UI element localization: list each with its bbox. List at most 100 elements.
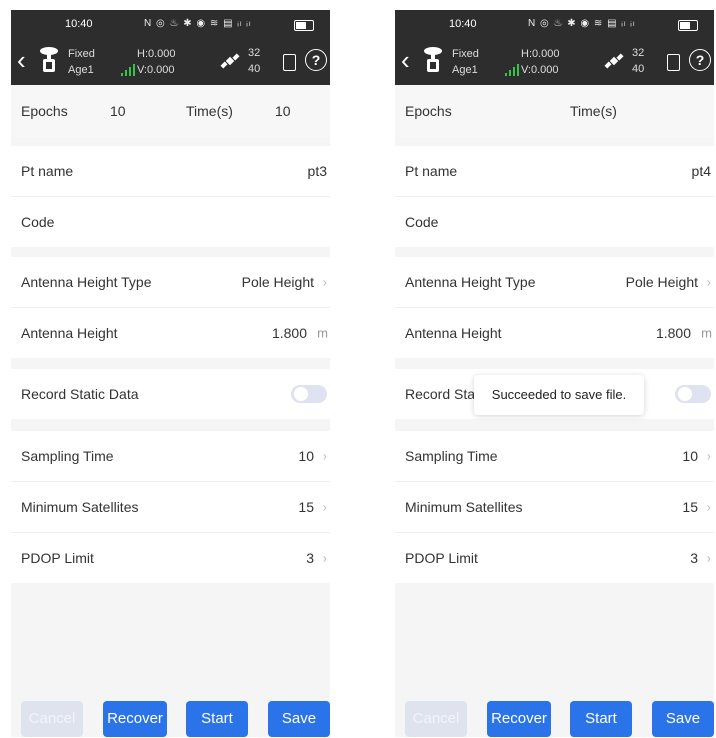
antenna-type-label: Antenna Height Type: [21, 274, 152, 290]
antenna-height-unit: m: [317, 325, 328, 341]
device-icon[interactable]: [667, 54, 680, 71]
time-label: Time(s): [186, 103, 233, 119]
sampling-time-row[interactable]: Sampling Time 10 ›: [11, 431, 330, 481]
time-value: 10: [275, 103, 291, 119]
pdop-limit-row[interactable]: PDOP Limit 3 ›: [395, 533, 714, 583]
min-satellites-value: 15: [682, 499, 698, 515]
antenna-type-value: Pole Height: [241, 274, 314, 290]
antenna-height-value[interactable]: 1.800: [656, 325, 691, 341]
record-static-toggle[interactable]: [675, 385, 711, 403]
cancel-button[interactable]: Cancel: [405, 701, 467, 737]
device-icon[interactable]: [283, 54, 296, 71]
age-status: Age1: [68, 64, 94, 76]
chevron-right-icon: ›: [706, 274, 711, 290]
record-static-label: Record Static Data: [21, 386, 139, 402]
status-bar: 10:40 N ◎ ♨ ✱ ◉ ≋ ▤ ᵢₗ ᵢₗ: [395, 10, 714, 40]
pt-name-label: Pt name: [405, 163, 458, 179]
antenna-height-row[interactable]: Antenna Height 1.800 m: [11, 308, 330, 358]
chevron-left-icon[interactable]: ‹: [17, 47, 26, 73]
epochs-row: Epochs Time(s): [395, 85, 714, 137]
pdop-limit-label: PDOP Limit: [21, 550, 94, 566]
antenna-type-value: Pole Height: [625, 274, 698, 290]
chevron-right-icon: ›: [706, 499, 711, 515]
phone-screen-left: 10:40 N ◎ ♨ ✱ ◉ ≋ ▤ ᵢₗ ᵢₗ ‹ Fixed Age1 H…: [11, 10, 330, 737]
chevron-right-icon: ›: [322, 499, 327, 515]
start-button[interactable]: Start: [570, 701, 632, 737]
sampling-time-value: 10: [298, 448, 314, 464]
fix-status: Fixed: [452, 48, 479, 60]
sampling-time-label: Sampling Time: [405, 448, 498, 464]
sampling-time-value: 10: [682, 448, 698, 464]
sat-used: 32: [632, 47, 645, 59]
sampling-time-label: Sampling Time: [21, 448, 114, 464]
status-time: 10:40: [449, 18, 477, 30]
min-satellites-label: Minimum Satellites: [405, 499, 523, 515]
app-header: 10:40 N ◎ ♨ ✱ ◉ ≋ ▤ ᵢₗ ᵢₗ ‹ Fixed Age1 H…: [395, 10, 714, 85]
pt-name-value[interactable]: pt4: [692, 163, 711, 179]
cancel-button[interactable]: Cancel: [21, 701, 83, 737]
epochs-label: Epochs: [405, 103, 452, 119]
antenna-type-row[interactable]: Antenna Height Type Pole Height ›: [395, 257, 714, 307]
time-label: Time(s): [570, 103, 617, 119]
satellite-icon: [220, 53, 240, 69]
rover-icon: [424, 47, 442, 72]
antenna-type-label: Antenna Height Type: [405, 274, 536, 290]
signal-icon: [505, 64, 519, 76]
help-icon[interactable]: ?: [689, 49, 711, 71]
pdop-limit-value: 3: [690, 550, 698, 566]
antenna-height-label: Antenna Height: [21, 325, 118, 341]
recover-button[interactable]: Recover: [487, 701, 551, 737]
sat-total: 40: [632, 63, 645, 75]
epochs-value: 10: [110, 103, 126, 119]
epochs-row: Epochs 10 Time(s) 10: [11, 85, 330, 137]
chevron-right-icon: ›: [322, 274, 327, 290]
h-precision: H:0.000: [137, 48, 176, 60]
min-satellites-row[interactable]: Minimum Satellites 15 ›: [395, 482, 714, 532]
pt-name-label: Pt name: [21, 163, 74, 179]
h-precision: H:0.000: [521, 48, 560, 60]
status-icons: N ◎ ♨ ✱ ◉ ≋ ▤ ᵢₗ ᵢₗ: [528, 18, 636, 29]
toast-message: Succeeded to save file.: [474, 375, 644, 415]
record-static-row: Record Static Data: [11, 369, 330, 419]
antenna-height-unit: m: [701, 325, 712, 341]
help-icon[interactable]: ?: [305, 49, 327, 71]
code-label: Code: [405, 214, 439, 230]
v-precision: V:0.000: [521, 64, 559, 76]
chevron-left-icon[interactable]: ‹: [401, 47, 410, 73]
chevron-right-icon: ›: [322, 448, 327, 464]
min-satellites-value: 15: [298, 499, 314, 515]
recover-button[interactable]: Recover: [103, 701, 167, 737]
battery-icon: [678, 20, 698, 31]
start-button[interactable]: Start: [186, 701, 248, 737]
status-bar: 10:40 N ◎ ♨ ✱ ◉ ≋ ▤ ᵢₗ ᵢₗ: [11, 10, 330, 40]
pt-name-value[interactable]: pt3: [308, 163, 327, 179]
age-status: Age1: [452, 64, 478, 76]
antenna-type-row[interactable]: Antenna Height Type Pole Height ›: [11, 257, 330, 307]
code-row[interactable]: Code: [11, 197, 330, 247]
pdop-limit-label: PDOP Limit: [405, 550, 478, 566]
signal-icon: [121, 64, 135, 76]
antenna-height-value[interactable]: 1.800: [272, 325, 307, 341]
chevron-right-icon: ›: [706, 550, 711, 566]
pdop-limit-row[interactable]: PDOP Limit 3 ›: [11, 533, 330, 583]
code-row[interactable]: Code: [395, 197, 714, 247]
pt-name-row[interactable]: Pt name pt4: [395, 146, 714, 196]
rover-icon: [40, 47, 58, 72]
pt-name-row[interactable]: Pt name pt3: [11, 146, 330, 196]
save-button[interactable]: Save: [268, 701, 330, 737]
min-satellites-label: Minimum Satellites: [21, 499, 139, 515]
sampling-time-row[interactable]: Sampling Time 10 ›: [395, 431, 714, 481]
chevron-right-icon: ›: [322, 550, 327, 566]
min-satellites-row[interactable]: Minimum Satellites 15 ›: [11, 482, 330, 532]
phone-screen-right: 10:40 N ◎ ♨ ✱ ◉ ≋ ▤ ᵢₗ ᵢₗ ‹ Fixed Age1 H…: [395, 10, 714, 737]
status-icons: N ◎ ♨ ✱ ◉ ≋ ▤ ᵢₗ ᵢₗ: [144, 18, 252, 29]
save-button[interactable]: Save: [652, 701, 714, 737]
record-static-label: Record Sta: [405, 386, 476, 402]
antenna-height-label: Antenna Height: [405, 325, 502, 341]
app-header: 10:40 N ◎ ♨ ✱ ◉ ≋ ▤ ᵢₗ ᵢₗ ‹ Fixed Age1 H…: [11, 10, 330, 85]
satellite-icon: [604, 53, 624, 69]
sat-used: 32: [248, 47, 261, 59]
record-static-toggle[interactable]: [291, 385, 327, 403]
antenna-height-row[interactable]: Antenna Height 1.800 m: [395, 308, 714, 358]
v-precision: V:0.000: [137, 64, 175, 76]
